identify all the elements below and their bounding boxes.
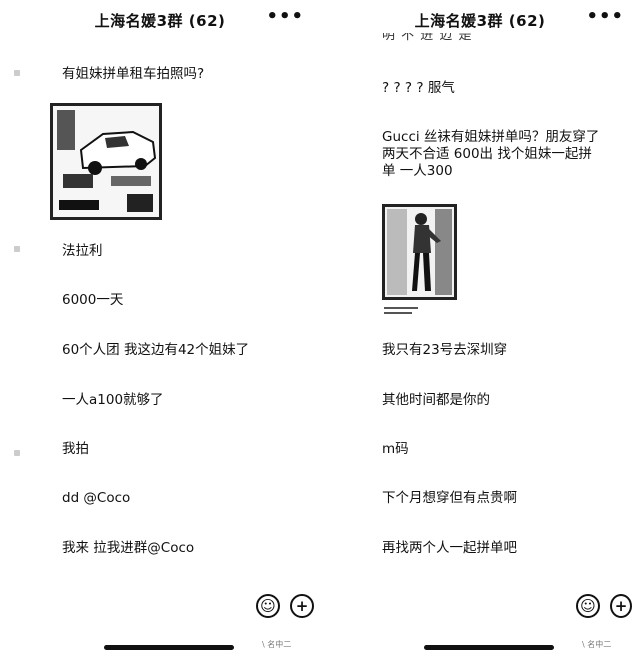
avatar[interactable] — [14, 246, 20, 252]
watermark-text: \ 名中二 — [582, 640, 612, 649]
message-text: 我拍 — [62, 441, 89, 457]
message-text: Gucci 丝袜有姐妹拼单吗？朋友穿了两天不合适 600出 找个姐妹一起拼单 一… — [382, 129, 600, 179]
message-text: ? ? ? ? 服气 — [382, 80, 455, 96]
message-text: m码 — [382, 441, 409, 457]
more-options-icon[interactable]: ••• — [586, 6, 624, 27]
message-text: 6000一天 — [62, 292, 124, 308]
emoji-icon[interactable]: ☺ — [256, 594, 280, 618]
image-caption — [384, 307, 444, 314]
message-text: 一人a100就够了 — [62, 392, 164, 408]
avatar[interactable] — [14, 70, 20, 76]
emoji-icon[interactable]: ☺ — [576, 594, 600, 618]
chat-panel-right: 上海名媛3群 (62) ••• — [320, 0, 640, 658]
message-text: 有姐妹拼单租车拍照吗? — [62, 66, 205, 82]
message-text: 再找两个人一起拼单吧 — [382, 540, 517, 556]
partial-message-text: 明 不 进 迈 是 — [382, 33, 473, 43]
home-indicator — [424, 645, 554, 650]
message-text: 我只有23号去深圳穿 — [382, 342, 508, 358]
message-text: 60个人团 我这边有42个姐妹了 — [62, 342, 250, 358]
add-icon[interactable]: + — [610, 594, 632, 618]
car-photo-image[interactable] — [50, 103, 162, 220]
message-text: 法拉利 — [62, 243, 103, 259]
chat-panel-left: 上海名媛3群 (62) ••• 有姐妹拼单租车拍照吗? 法拉利 6000一天 6… — [0, 0, 320, 658]
add-icon[interactable]: + — [290, 594, 314, 618]
home-indicator — [104, 645, 234, 650]
person-photo-image[interactable] — [382, 204, 457, 300]
avatar[interactable] — [14, 450, 20, 456]
message-text: 其他时间都是你的 — [382, 392, 490, 408]
message-text: dd @Coco — [62, 490, 131, 506]
more-options-icon[interactable]: ••• — [266, 6, 304, 27]
message-text: 下个月想穿但有点贵啊 — [382, 490, 517, 506]
message-text: 我来 拉我进群@Coco — [62, 540, 195, 556]
watermark-text: \ 名中二 — [262, 640, 292, 649]
